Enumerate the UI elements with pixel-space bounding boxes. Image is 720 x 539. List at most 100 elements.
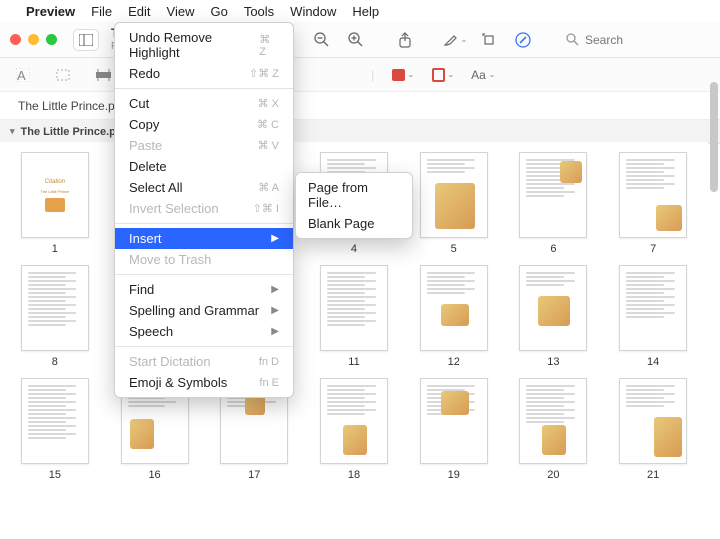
page-thumbnail[interactable] bbox=[619, 265, 687, 351]
page-number-label: 20 bbox=[547, 469, 559, 481]
chevron-right-icon: ▶ bbox=[271, 326, 279, 337]
thumbnail-cell[interactable]: 7 bbox=[616, 152, 690, 255]
window-titlebar: Tl Pa ⌄ bbox=[0, 22, 720, 58]
page-thumbnail[interactable] bbox=[519, 378, 587, 464]
page-number-label: 21 bbox=[647, 469, 659, 481]
thumbnail-cell[interactable]: 15 bbox=[18, 378, 92, 481]
app-name[interactable]: Preview bbox=[26, 4, 75, 19]
page-thumbnail[interactable] bbox=[420, 378, 488, 464]
svg-text:A: A bbox=[17, 68, 26, 82]
sidebar-file-name: The Little Prince.pdf bbox=[21, 126, 127, 138]
preview-window: Tl Pa ⌄ A bbox=[0, 22, 720, 539]
zoom-out-button[interactable] bbox=[308, 29, 334, 51]
rotate-button[interactable] bbox=[476, 29, 502, 51]
submenu-page-from-file[interactable]: Page from File… bbox=[296, 177, 412, 213]
page-thumbnail[interactable] bbox=[420, 152, 488, 238]
menu-paste: Paste⌘ V bbox=[115, 135, 293, 156]
submenu-blank-page[interactable]: Blank Page bbox=[296, 213, 412, 234]
menu-file[interactable]: File bbox=[91, 4, 112, 19]
menu-move-to-trash: Move to Trash bbox=[115, 249, 293, 270]
menu-insert[interactable]: Insert▶ bbox=[115, 228, 293, 249]
menu-emoji[interactable]: Emoji & Symbolsfn E bbox=[115, 372, 293, 393]
search-input[interactable] bbox=[585, 33, 685, 47]
fill-color-swatch bbox=[392, 69, 404, 81]
menu-view[interactable]: View bbox=[167, 4, 195, 19]
menu-edit[interactable]: Edit bbox=[128, 4, 150, 19]
disclosure-triangle-icon[interactable]: ▾ bbox=[10, 126, 15, 137]
thumbnail-cell[interactable]: 21 bbox=[616, 378, 690, 481]
page-thumbnail[interactable] bbox=[21, 265, 89, 351]
page-number-label: 11 bbox=[348, 356, 359, 368]
thumbnail-cell[interactable]: 11 bbox=[317, 265, 391, 368]
sidebar-toggle-button[interactable] bbox=[73, 29, 99, 51]
border-color-picker[interactable]: ⌄ bbox=[432, 64, 454, 86]
menu-delete[interactable]: Delete bbox=[115, 156, 293, 177]
scrollbar-thumb[interactable] bbox=[710, 82, 718, 192]
page-number-label: 14 bbox=[647, 356, 659, 368]
thumbnail-cell[interactable]: 18 bbox=[317, 378, 391, 481]
thumbnail-cell[interactable]: 6 bbox=[517, 152, 591, 255]
page-thumbnail[interactable] bbox=[519, 265, 587, 351]
menu-tools[interactable]: Tools bbox=[244, 4, 274, 19]
share-icon bbox=[398, 32, 412, 48]
menu-find[interactable]: Find▶ bbox=[115, 279, 293, 300]
thumbnail-cell[interactable]: 20 bbox=[517, 378, 591, 481]
page-number-label: 19 bbox=[448, 469, 460, 481]
font-style-picker[interactable]: Aa⌄ bbox=[472, 64, 494, 86]
menu-redo[interactable]: Redo⇧⌘ Z bbox=[115, 63, 293, 84]
thumbnail-cell[interactable]: 5 bbox=[417, 152, 491, 255]
markup-button[interactable] bbox=[510, 29, 536, 51]
page-thumbnail[interactable] bbox=[619, 152, 687, 238]
menu-go[interactable]: Go bbox=[210, 4, 227, 19]
page-number-label: 4 bbox=[351, 243, 357, 255]
page-number-label: 15 bbox=[49, 469, 61, 481]
highlight-button[interactable]: ⌄ bbox=[442, 29, 468, 51]
sidebar-header[interactable]: ▾ The Little Prince.pdf bbox=[0, 120, 720, 144]
text-select-icon: A bbox=[16, 68, 30, 82]
chevron-down-icon: ⌄ bbox=[448, 70, 455, 79]
menu-spelling[interactable]: Spelling and Grammar▶ bbox=[115, 300, 293, 321]
menu-copy[interactable]: Copy⌘ C bbox=[115, 114, 293, 135]
thumbnail-cell[interactable]: CitationThe Little Prince1 bbox=[18, 152, 92, 255]
thumbnail-cell[interactable]: 13 bbox=[517, 265, 591, 368]
redact-tool[interactable] bbox=[92, 64, 114, 86]
fullscreen-window-button[interactable] bbox=[46, 34, 57, 45]
menu-window[interactable]: Window bbox=[290, 4, 336, 19]
text-selection-tool[interactable]: A bbox=[12, 64, 34, 86]
thumbnail-cell[interactable]: 19 bbox=[417, 378, 491, 481]
menu-speech[interactable]: Speech▶ bbox=[115, 321, 293, 342]
thumbnail-cell[interactable]: 14 bbox=[616, 265, 690, 368]
page-number-label: 8 bbox=[52, 356, 58, 368]
page-thumbnail[interactable] bbox=[619, 378, 687, 464]
thumbnail-cell[interactable]: 8 bbox=[18, 265, 92, 368]
menu-undo[interactable]: Undo Remove Highlight⌘ Z bbox=[115, 27, 293, 63]
page-number-label: 16 bbox=[148, 469, 160, 481]
zoom-in-button[interactable] bbox=[342, 29, 368, 51]
redact-icon bbox=[96, 69, 111, 81]
menu-invert-selection: Invert Selection⇧⌘ I bbox=[115, 198, 293, 219]
page-number-label: 12 bbox=[448, 356, 460, 368]
search-field[interactable] bbox=[560, 30, 710, 50]
page-number-label: 7 bbox=[650, 243, 656, 255]
page-number-label: 13 bbox=[547, 356, 559, 368]
menu-help[interactable]: Help bbox=[352, 4, 379, 19]
close-window-button[interactable] bbox=[10, 34, 21, 45]
fill-color-picker[interactable]: ⌄ bbox=[392, 64, 414, 86]
system-menubar: Preview File Edit View Go Tools Window H… bbox=[0, 0, 720, 22]
page-thumbnail[interactable] bbox=[21, 378, 89, 464]
chevron-down-icon: ⌄ bbox=[489, 70, 496, 79]
share-button[interactable] bbox=[392, 29, 418, 51]
menu-start-dictation: Start Dictationfn D bbox=[115, 351, 293, 372]
vertical-scrollbar[interactable] bbox=[710, 82, 718, 533]
menu-cut[interactable]: Cut⌘ X bbox=[115, 93, 293, 114]
page-thumbnail[interactable] bbox=[320, 265, 388, 351]
minimize-window-button[interactable] bbox=[28, 34, 39, 45]
page-thumbnail[interactable] bbox=[519, 152, 587, 238]
menu-select-all[interactable]: Select All⌘ A bbox=[115, 177, 293, 198]
page-thumbnail[interactable] bbox=[420, 265, 488, 351]
zoom-out-icon bbox=[314, 32, 329, 47]
page-thumbnail[interactable]: CitationThe Little Prince bbox=[21, 152, 89, 238]
page-thumbnail[interactable] bbox=[320, 378, 388, 464]
thumbnail-cell[interactable]: 12 bbox=[417, 265, 491, 368]
rect-selection-tool[interactable] bbox=[52, 64, 74, 86]
